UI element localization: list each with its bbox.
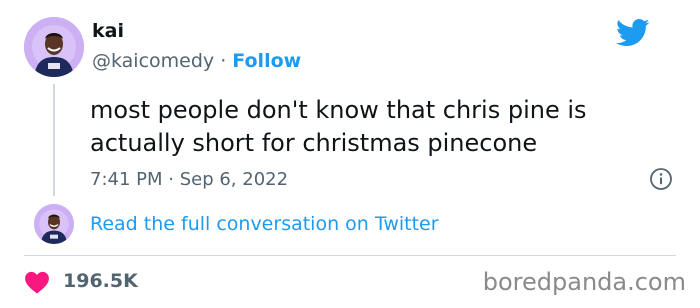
author-meta: @kaicomedy · Follow (92, 50, 301, 72)
tweet-date: Sep 6, 2022 (179, 169, 289, 190)
divider (24, 255, 676, 256)
tweet-time: 7:41 PM (90, 169, 163, 190)
follow-button[interactable]: Follow (232, 50, 301, 72)
tweet-timestamp[interactable]: 7:41 PM · Sep 6, 2022 (90, 169, 288, 190)
thread-connector-line (53, 84, 55, 196)
heart-icon[interactable] (24, 270, 50, 294)
timestamp-separator: · (162, 169, 180, 190)
tweet-text: most people don't know that chris pine i… (90, 96, 587, 157)
read-conversation-link[interactable]: Read the full conversation on Twitter (90, 213, 439, 235)
author-name[interactable]: kai (92, 20, 124, 42)
watermark: boredpanda.com (482, 268, 686, 296)
like-count[interactable]: 196.5K (63, 270, 138, 292)
avatar-image-small (34, 204, 74, 244)
reply-avatar[interactable] (34, 204, 74, 244)
author-handle[interactable]: @kaicomedy (92, 50, 214, 72)
author-avatar[interactable] (24, 17, 84, 77)
avatar-image (24, 17, 84, 77)
twitter-bird-icon[interactable] (616, 18, 650, 48)
meta-separator: · (214, 50, 233, 72)
info-icon[interactable] (649, 167, 673, 191)
